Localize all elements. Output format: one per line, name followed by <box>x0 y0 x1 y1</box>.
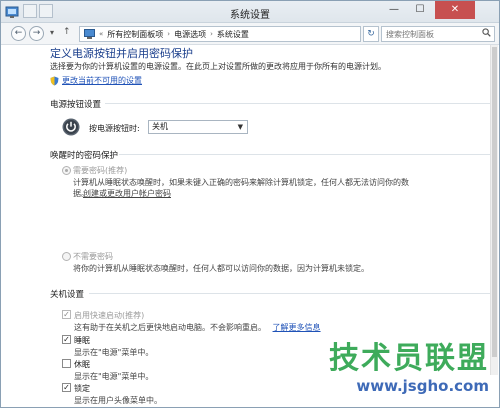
chevron-right-icon: › <box>167 30 171 38</box>
fast-startup-desc: 这有助于在关机之后更快地启动电脑。不会影响重启。 了解更多信息 <box>74 323 321 332</box>
power-button-section-title: 电源按钮设置 <box>50 100 102 110</box>
lock-label: 锁定 <box>74 384 90 393</box>
divider <box>119 154 491 155</box>
watermark-cn: 技术员联盟 <box>329 341 489 376</box>
uac-shield-icon <box>50 76 59 85</box>
change-unavailable-settings[interactable]: 更改当前不可用的设置 <box>50 75 142 86</box>
no-password-radio[interactable] <box>62 252 71 261</box>
sleep-desc: 显示在"电源"菜单中。 <box>74 348 154 357</box>
sleep-label: 睡眠 <box>74 336 90 345</box>
require-password-label: 需要密码(推荐) <box>73 166 128 175</box>
scrollbar-thumb[interactable] <box>492 47 497 357</box>
change-unavailable-settings-link[interactable]: 更改当前不可用的设置 <box>62 75 142 86</box>
wake-password-section-title: 唤醒时的密码保护 <box>50 151 119 161</box>
back-button[interactable]: ← <box>11 26 26 41</box>
breadcrumb-item-all-control-panel[interactable]: 所有控制面板项 <box>107 29 163 40</box>
title-bar: 系统设置 — ☐ ✕ <box>1 1 499 23</box>
search-icon <box>482 28 491 37</box>
page-description: 选择要为你的计算机设置的电源设置。在此页上对设置所做的更改将应用于你所有的电源计… <box>50 62 386 71</box>
no-password-desc: 将你的计算机从睡眠状态唤醒时，任何人都可以访问你的数据，因为计算机未锁定。 <box>73 264 369 273</box>
breadcrumb-overflow[interactable]: « <box>99 30 103 38</box>
learn-more-link[interactable]: 了解更多信息 <box>273 323 321 332</box>
breadcrumb-item-power-options[interactable]: 电源选项 <box>174 29 206 40</box>
create-change-password-link[interactable]: 创建或更改用户帐户密码 <box>73 188 213 199</box>
power-button-label: 按电源按钮时: <box>89 124 140 133</box>
address-bar[interactable]: « 所有控制面板项 › 电源选项 › 系统设置 <box>79 26 361 42</box>
hibernate-desc: 显示在"电源"菜单中。 <box>74 372 154 381</box>
page-title: 定义电源按钮并启用密码保护 <box>50 47 193 60</box>
forward-button[interactable]: → <box>29 26 44 41</box>
sleep-checkbox[interactable]: ✓ <box>62 335 71 344</box>
power-button-action-select[interactable]: 关机 ▼ <box>148 120 248 134</box>
watermark: 技术员联盟 www.jsgho.com <box>329 333 489 395</box>
refresh-button[interactable]: ↻ <box>363 26 379 42</box>
fast-startup-checkbox[interactable]: ✓ <box>62 310 71 319</box>
up-button[interactable]: ↑ <box>63 27 71 37</box>
no-password-label: 不需要密码 <box>73 252 113 261</box>
recent-locations-dropdown[interactable]: ▾ <box>50 28 54 37</box>
shutdown-section-title: 关机设置 <box>50 290 85 300</box>
main-content: 定义电源按钮并启用密码保护 选择要为你的计算机设置的电源设置。在此页上对设置所做… <box>1 45 491 381</box>
fast-startup-label: 启用快速启动(推荐) <box>74 311 145 320</box>
hibernate-label: 休眠 <box>74 360 90 369</box>
maximize-button[interactable]: ☐ <box>407 1 433 19</box>
chevron-down-icon: ▼ <box>237 123 243 131</box>
system-settings-window: 系统设置 — ☐ ✕ ← → ▾ ↑ « 所有控制面板项 › 电源选项 › 系统… <box>0 0 500 408</box>
control-panel-icon <box>84 29 95 39</box>
breadcrumb-item-system-settings[interactable]: 系统设置 <box>217 29 249 40</box>
power-icon <box>62 118 80 136</box>
minimize-button[interactable]: — <box>381 1 407 19</box>
lock-desc: 显示在用户头像菜单中。 <box>74 396 162 405</box>
chevron-right-icon: › <box>210 30 213 38</box>
hibernate-checkbox[interactable] <box>62 359 71 368</box>
divider <box>105 103 491 104</box>
close-button[interactable]: ✕ <box>435 1 475 19</box>
search-input[interactable] <box>381 26 495 42</box>
navigation-bar: ← → ▾ ↑ « 所有控制面板项 › 电源选项 › 系统设置 ↻ <box>1 23 499 45</box>
lock-checkbox[interactable]: ✓ <box>62 383 71 392</box>
divider <box>89 293 491 294</box>
watermark-url: www.jsgho.com <box>356 377 489 395</box>
require-password-radio[interactable] <box>62 166 71 175</box>
power-button-action-value: 关机 <box>152 122 168 131</box>
vertical-scrollbar[interactable] <box>490 45 498 375</box>
